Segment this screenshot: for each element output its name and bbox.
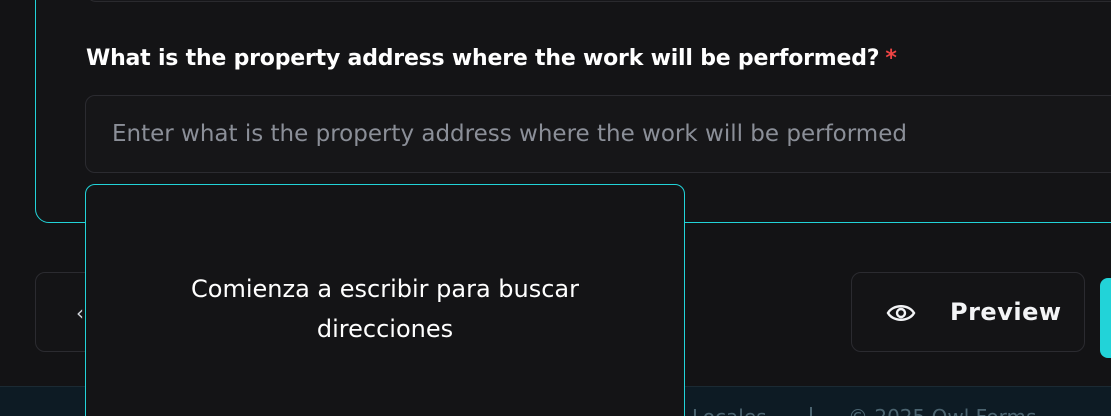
chevron-left-icon: ‹ xyxy=(76,301,84,325)
address-input[interactable] xyxy=(85,95,1111,173)
required-marker: * xyxy=(885,46,897,71)
address-suggestions-dropdown: Comienza a escribir para buscar direccio… xyxy=(85,184,685,416)
footer-divider xyxy=(810,407,812,416)
preview-button[interactable]: Preview xyxy=(851,272,1085,352)
question-text: What is the property address where the w… xyxy=(86,46,880,71)
preview-label: Preview xyxy=(950,298,1062,326)
footer-copyright: © 2025 Qwl Forms xyxy=(848,405,1036,416)
eye-icon xyxy=(886,305,916,321)
question-label: What is the property address where the w… xyxy=(86,46,897,71)
previous-input-field[interactable] xyxy=(86,0,1111,2)
form-page: What is the property address where the w… xyxy=(0,0,1111,416)
footer-link[interactable]: Locales xyxy=(692,405,767,416)
next-button[interactable] xyxy=(1100,278,1111,358)
suggestions-empty-message: Comienza a escribir para buscar direccio… xyxy=(191,275,579,343)
